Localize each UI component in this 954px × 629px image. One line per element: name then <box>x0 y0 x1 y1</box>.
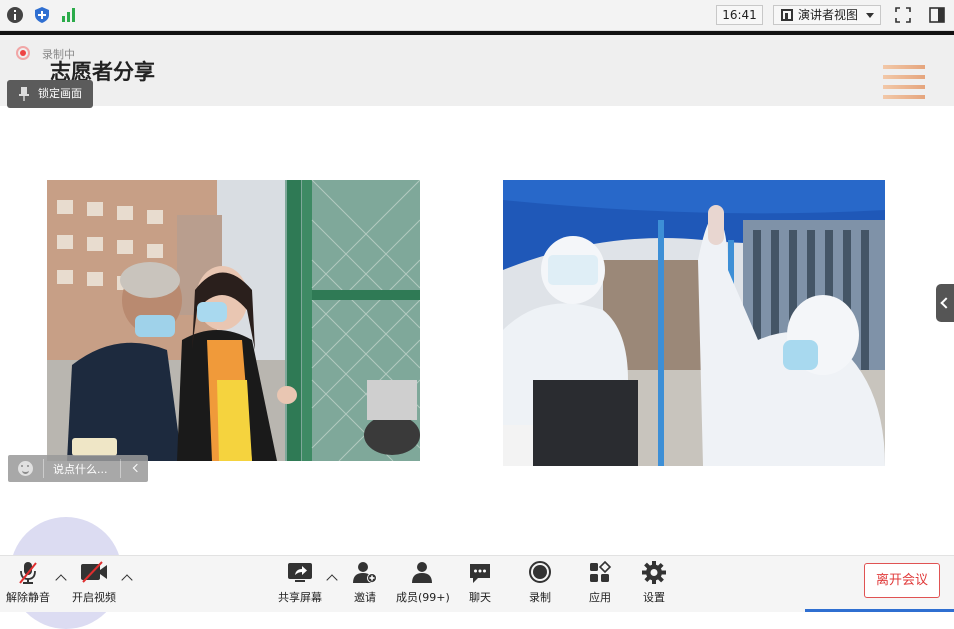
recording-label: 录制中 <box>42 48 75 61</box>
settings-label: 设置 <box>643 591 665 604</box>
chevron-down-icon <box>866 13 874 18</box>
unmute-label: 解除静音 <box>6 591 50 604</box>
view-mode-dropdown[interactable]: 演讲者视图 <box>773 5 881 25</box>
meeting-time: 16:41 <box>716 5 763 25</box>
chat-bubble-icon <box>470 564 490 583</box>
side-panel-toggle[interactable] <box>936 284 954 322</box>
record-button[interactable]: 录制 <box>526 561 554 605</box>
invite-button[interactable]: 邀请 <box>351 561 379 605</box>
chat-label: 聊天 <box>469 591 491 604</box>
divider <box>43 459 44 478</box>
chat-button[interactable]: 聊天 <box>466 561 494 605</box>
window-topbar: 16:41 演讲者视图 <box>0 0 954 31</box>
apps-label: 应用 <box>589 591 611 604</box>
members-label: 成员(99+) <box>396 591 450 604</box>
start-video-button[interactable]: 开启视频 <box>70 561 118 605</box>
share-screen-icon <box>288 563 312 582</box>
invite-label: 邀请 <box>354 591 376 604</box>
leave-meeting-button[interactable]: 离开会议 <box>864 563 940 598</box>
collapse-arrow-icon[interactable] <box>132 463 142 473</box>
record-icon <box>529 561 551 583</box>
settings-button[interactable]: 设置 <box>640 561 668 605</box>
add-person-icon <box>353 562 377 583</box>
lock-view-label: 锁定画面 <box>38 87 82 100</box>
emoji-icon[interactable] <box>18 461 33 476</box>
microphone-muted-icon <box>19 562 37 584</box>
fullscreen-icon[interactable] <box>894 6 912 24</box>
chat-input-bar[interactable]: 说点什么... <box>8 455 148 482</box>
start-video-label: 开启视频 <box>72 591 116 604</box>
members-icon <box>412 562 432 583</box>
signal-bars-icon[interactable] <box>60 6 78 24</box>
info-icon[interactable] <box>6 6 24 24</box>
share-screen-button[interactable]: 共享屏幕 <box>276 561 324 605</box>
view-layout-icon <box>781 9 793 21</box>
side-panel-icon[interactable] <box>928 6 946 24</box>
volunteer-photo-1 <box>47 180 420 461</box>
pin-icon <box>19 87 29 101</box>
apps-button[interactable]: 应用 <box>586 561 614 605</box>
gear-icon <box>642 561 666 584</box>
chat-input-placeholder[interactable]: 说点什么... <box>53 461 108 477</box>
unmute-button[interactable]: 解除静音 <box>4 561 52 605</box>
lock-view-button[interactable]: 锁定画面 <box>7 80 93 108</box>
record-dot-icon <box>16 46 30 60</box>
decorative-stripes <box>883 65 925 107</box>
members-button[interactable]: 成员(99+) <box>396 561 450 605</box>
view-mode-label: 演讲者视图 <box>798 8 859 22</box>
record-label: 录制 <box>529 591 551 604</box>
shield-icon[interactable] <box>33 6 51 24</box>
camera-off-icon <box>81 561 107 583</box>
apps-icon <box>590 561 612 582</box>
volunteer-photo-2 <box>503 180 885 466</box>
share-screen-label: 共享屏幕 <box>278 591 322 604</box>
divider <box>120 459 121 478</box>
